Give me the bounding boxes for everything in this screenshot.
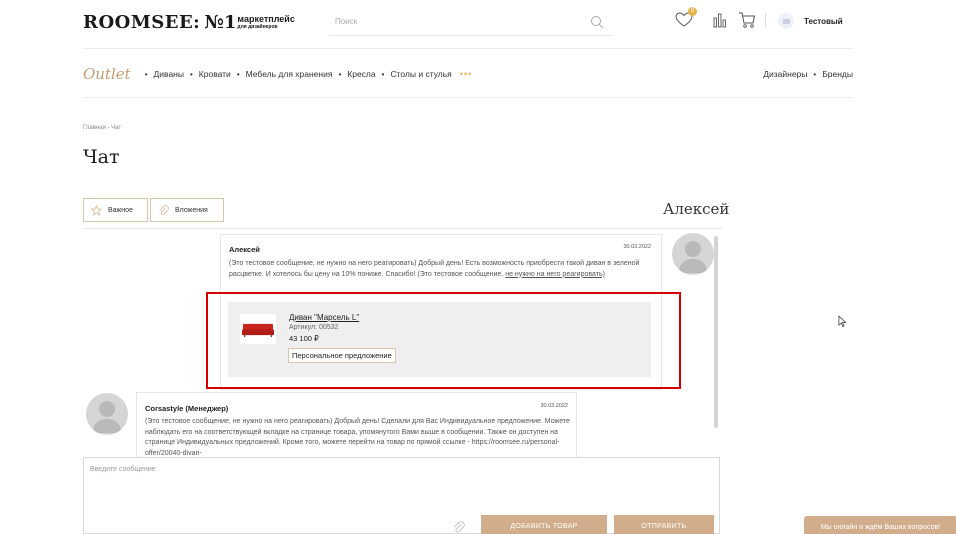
nav-separator: •	[381, 69, 385, 79]
message-text: (Это тестовое сообщение, не нужно на нег…	[229, 259, 657, 290]
paperclip-icon	[453, 520, 465, 533]
search-icon[interactable]	[590, 15, 604, 29]
header-divider-line	[83, 48, 853, 49]
header-divider	[765, 14, 766, 28]
user-avatar	[778, 13, 794, 29]
compare-chart-icon	[713, 13, 726, 28]
page-title: Чат	[83, 146, 120, 168]
message-date: 30.03.2022	[623, 244, 651, 250]
logo-text: ROOMSEE:	[83, 11, 201, 33]
nav-separator: •	[813, 69, 817, 79]
logo-number: №1	[204, 11, 237, 33]
logo-subtitle: маркетплейс для дизайнеров	[237, 13, 295, 30]
compare-button[interactable]	[713, 10, 729, 30]
user-name: Тестовый	[804, 16, 843, 26]
wishlist-button[interactable]: 0	[675, 7, 697, 30]
nav-divider-line	[83, 97, 853, 98]
cart-icon	[739, 12, 756, 28]
nav-separator: •	[144, 69, 148, 79]
logo-subtitle-top: маркетплейс	[237, 13, 295, 24]
user-card-icon	[782, 18, 790, 24]
cart-button[interactable]	[738, 10, 756, 30]
filter-attachments-button[interactable]: Вложения	[150, 198, 224, 222]
search-input[interactable]	[329, 8, 569, 34]
nav-item-sofas[interactable]: Диваны	[154, 69, 184, 79]
user-silhouette-icon	[678, 241, 708, 273]
breadcrumb[interactable]: Главная - Чат	[83, 125, 121, 131]
online-chat-widget[interactable]: Мы онлайн и ждём Ваших вопросов!	[804, 516, 956, 534]
message-text-underlined: не нужно на него реагировать)	[505, 270, 605, 278]
avatar	[86, 393, 128, 435]
message-text: (Это тестовое сообщение, не нужно на нег…	[145, 418, 570, 457]
add-product-button[interactable]: Добавить товар	[481, 515, 607, 534]
search-bar	[329, 8, 612, 36]
user-menu[interactable]: Тестовый	[778, 13, 843, 29]
nav-separator: •	[189, 69, 193, 79]
nav-separator: •	[236, 69, 240, 79]
nav-item-brands[interactable]: Бренды	[822, 69, 853, 79]
mouse-cursor-icon	[838, 315, 847, 328]
message-author: Алексей	[229, 245, 260, 254]
message-date: 30.03.2022	[540, 403, 568, 409]
nav-more-icon[interactable]: •••	[460, 69, 472, 79]
nav-item-beds[interactable]: Кровати	[199, 69, 231, 79]
nav-outlet[interactable]: Outlet	[83, 65, 131, 83]
message-outgoing: Corsastyle (Менеджер) 30.03.2022 (Это те…	[136, 392, 577, 457]
nav-item-storage[interactable]: Мебель для хранения	[246, 69, 333, 79]
filter-attachments-label: Вложения	[175, 206, 208, 214]
filter-important-label: Важное	[108, 206, 133, 214]
nav-item-armchairs[interactable]: Кресла	[347, 69, 375, 79]
nav-item-designers[interactable]: Дизайнеры	[763, 69, 807, 79]
logo-subtitle-bottom: для дизайнеров	[237, 23, 278, 30]
message-author: Corsastyle (Менеджер)	[145, 404, 229, 413]
paperclip-icon	[159, 204, 169, 215]
attach-button[interactable]	[444, 517, 472, 534]
star-icon	[91, 204, 102, 215]
chat-contact-name: Алексей	[663, 200, 730, 218]
highlight-box	[206, 292, 681, 389]
user-silhouette-icon	[92, 401, 122, 433]
nav-right: Дизайнеры • Бренды	[763, 63, 853, 85]
main-nav: Outlet • Диваны • Кровати • Мебель для х…	[83, 63, 472, 85]
logo[interactable]: ROOMSEE: №1 маркетплейс для дизайнеров	[83, 11, 295, 33]
avatar	[672, 233, 714, 275]
nav-item-tables-chairs[interactable]: Столы и стулья	[390, 69, 451, 79]
filter-important-button[interactable]: Важное	[83, 198, 148, 222]
wishlist-badge: 0	[688, 7, 697, 16]
send-button[interactable]: Отправить	[614, 515, 714, 534]
nav-separator: •	[338, 69, 342, 79]
chat-scrollbar[interactable]	[714, 236, 718, 428]
